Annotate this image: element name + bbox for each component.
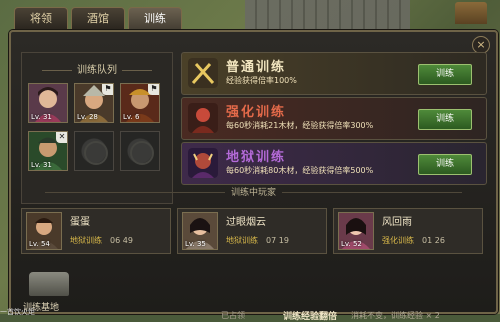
player-portrait: Lv. 54 [26, 212, 62, 250]
training-title: 强化训练 [226, 105, 287, 120]
training-base-icon[interactable] [29, 272, 69, 296]
training-option-enhanced: 强化训练 每60秒消耗21木材，经验获得倍率300% 训练 [181, 97, 487, 140]
player-status: 地狱训练 06 49 [70, 235, 133, 246]
player-name: 风回雨 [382, 217, 412, 228]
training-option-normal: 普通训练 经验获得倍率100% 训练 [181, 52, 487, 95]
queue-slot-empty[interactable] [74, 131, 114, 171]
section-label-training-players: 训练中玩家 [21, 185, 486, 198]
training-player-card[interactable]: Lv. 54 蛋蛋 地狱训练 06 49 [21, 208, 171, 254]
player-status: 地狱训练 07 19 [226, 235, 289, 246]
occupied-label: 已占领 [221, 311, 245, 320]
queue-slot-3[interactable]: Lv. 6 ⚑ [120, 83, 160, 123]
player-timer: 01 26 [422, 236, 445, 245]
remove-icon[interactable]: ✕ [56, 132, 67, 143]
player-portrait: Lv. 52 [338, 212, 374, 250]
warrior-icon [188, 103, 218, 133]
slot-level: Lv. 6 [123, 113, 140, 121]
training-player-card[interactable]: Lv. 35 过眼烟云 地狱训练 07 19 [177, 208, 327, 254]
queue-slot-empty[interactable] [120, 131, 160, 171]
player-mode: 强化训练 [382, 236, 414, 245]
player-level: Lv. 54 [29, 240, 50, 248]
training-panel: × 训练队列 Lv. 31 Lv. 28 ⚑ Lv. 6 ⚑ Lv. 31 ✕ … [9, 30, 498, 322]
training-desc: 每60秒消耗80木材，经验获得倍率500% [226, 166, 374, 175]
training-title: 地狱训练 [226, 150, 287, 165]
training-desc: 经验获得倍率100% [226, 76, 297, 85]
tab-bar: 将领 酒馆 训练 [14, 7, 182, 32]
player-name: 过眼烟云 [226, 217, 266, 228]
queue-slot-1[interactable]: Lv. 31 [28, 83, 68, 123]
slot-level: Lv. 31 [31, 113, 52, 121]
player-status: 强化训练 01 26 [382, 235, 445, 246]
player-timer: 07 19 [266, 236, 289, 245]
tab-training[interactable]: 训练 [128, 7, 182, 32]
queue-slot-4[interactable]: Lv. 31 ✕ [28, 131, 68, 171]
queue-title: 训练队列 [22, 61, 172, 76]
city-wall [245, 0, 410, 30]
bottom-chat-strip: 一首饮火炬 [0, 308, 35, 316]
player-mode: 地狱训练 [226, 236, 258, 245]
training-title: 普通训练 [226, 60, 287, 75]
slot-level: Lv. 28 [77, 113, 98, 121]
hut-building [455, 2, 487, 24]
player-name: 蛋蛋 [70, 217, 90, 228]
double-exp-note: 消耗不变，训练经验 × 2 [351, 311, 440, 320]
training-base-footer: 训练基地 已占领 训练经验翻倍 消耗不变，训练经验 × 2 [11, 260, 496, 322]
training-desc: 每60秒消耗21木材，经验获得倍率300% [226, 121, 374, 130]
training-queue: 训练队列 Lv. 31 Lv. 28 ⚑ Lv. 6 ⚑ Lv. 31 ✕ [21, 52, 173, 204]
train-button[interactable]: 训练 [418, 64, 472, 85]
player-level: Lv. 35 [185, 240, 206, 248]
demon-icon [188, 148, 218, 178]
slot-level: Lv. 31 [31, 161, 52, 169]
tab-tavern[interactable]: 酒馆 [71, 7, 125, 30]
player-timer: 06 49 [110, 236, 133, 245]
training-player-card[interactable]: Lv. 52 风回雨 强化训练 01 26 [333, 208, 483, 254]
training-option-hell: 地狱训练 每60秒消耗80木材，经验获得倍率500% 训练 [181, 142, 487, 185]
flag-icon: ⚑ [148, 84, 159, 95]
player-level: Lv. 52 [341, 240, 362, 248]
player-portrait: Lv. 35 [182, 212, 218, 250]
train-button[interactable]: 训练 [418, 109, 472, 130]
tab-generals[interactable]: 将领 [14, 7, 68, 30]
flag-icon: ⚑ [102, 84, 113, 95]
crossed-swords-icon [188, 58, 218, 88]
train-button[interactable]: 训练 [418, 154, 472, 175]
player-mode: 地狱训练 [70, 236, 102, 245]
queue-slot-2[interactable]: Lv. 28 ⚑ [74, 83, 114, 123]
double-exp-label: 训练经验翻倍 [283, 312, 338, 322]
